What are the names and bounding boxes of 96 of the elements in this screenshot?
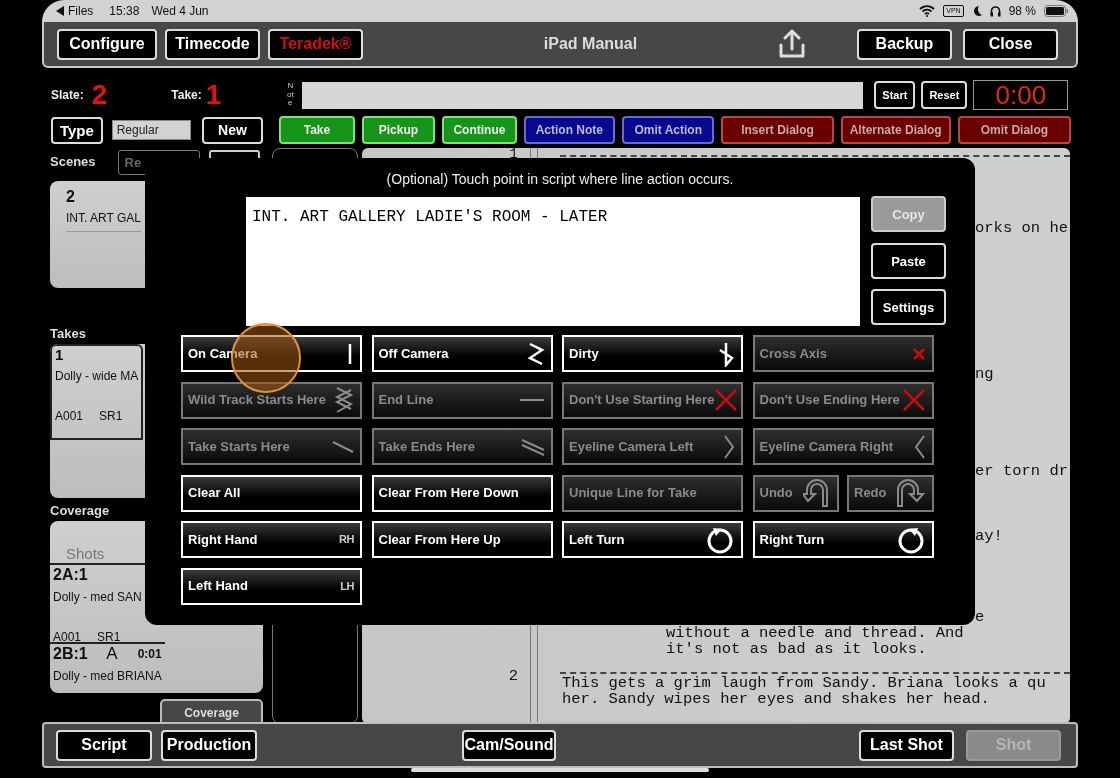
- slate-label: Slate:: [51, 87, 84, 104]
- shots-label: Shots: [66, 545, 105, 563]
- headphones-icon: [989, 5, 1001, 17]
- rotate-icon: [705, 525, 735, 554]
- line-action-button[interactable]: Right Hand RH: [181, 521, 362, 558]
- dialog-button[interactable]: Paste: [871, 243, 946, 279]
- wifi-icon: [919, 5, 936, 17]
- alert-button[interactable]: Teradek®: [268, 28, 363, 60]
- vertical-line-icon: [346, 341, 354, 366]
- dialog-button[interactable]: Settings: [871, 289, 946, 325]
- note-field[interactable]: [302, 81, 864, 109]
- shot-id: 2B:1: [53, 644, 88, 664]
- type-field[interactable]: Regular: [111, 120, 191, 140]
- line-action-button[interactable]: Left Turn: [562, 521, 743, 558]
- script-line: e: [975, 609, 985, 625]
- toolbar-button[interactable]: Timecode: [165, 28, 260, 60]
- back-link[interactable]: Files: [68, 2, 94, 20]
- scene-number: 2: [508, 668, 518, 684]
- chevron-left-icon: [913, 433, 926, 460]
- line-action-button[interactable]: Insert Dialog: [721, 116, 834, 144]
- new-button[interactable]: New: [201, 116, 264, 144]
- line-action-button[interactable]: Dirty: [562, 335, 743, 372]
- window-title: iPad Manual: [542, 34, 639, 54]
- script-line: er torn dr: [975, 463, 1068, 479]
- status-time: 15:38: [109, 3, 140, 20]
- note-label: Note: [286, 81, 295, 109]
- slate-number: 2: [91, 81, 108, 109]
- line-action-button[interactable]: Clear From Here Up: [371, 521, 553, 558]
- cross-icon: [901, 388, 926, 412]
- nav-button[interactable]: Last Shot: [859, 729, 954, 761]
- dash-icon: [518, 398, 545, 402]
- double-slash-icon: [520, 437, 545, 456]
- sound-roll: SR1: [97, 629, 121, 646]
- shot-description: Dolly - med BRIANA: [53, 668, 162, 685]
- zigzag-icon: [334, 386, 354, 414]
- card-id: A001: [55, 407, 84, 425]
- shot-id: 2A:1: [53, 565, 88, 585]
- shot-duration: 0:01: [137, 646, 162, 663]
- section-label: Scenes: [50, 153, 96, 172]
- shot-description: Dolly - med SAN: [53, 589, 142, 606]
- zigzag-icon: [526, 340, 545, 367]
- back-icon: [56, 6, 64, 16]
- script-line: orks on he: [975, 220, 1068, 236]
- flag-icon: [717, 340, 735, 367]
- take-number: 1: [55, 345, 64, 363]
- nav-button[interactable]: Production: [161, 729, 257, 761]
- nav-button[interactable]: Script: [56, 729, 152, 761]
- slash-icon: [332, 439, 354, 454]
- undo-icon: [803, 478, 831, 508]
- cross-icon: [714, 388, 739, 412]
- script-line: ay!: [975, 528, 1003, 544]
- type-button[interactable]: Type: [51, 116, 103, 144]
- camera-letter: A: [106, 643, 118, 666]
- redo-icon: [895, 478, 926, 508]
- script-excerpt: INT. ART GALLERY LADIE'S ROOM - LATER: [246, 197, 860, 326]
- timer-button[interactable]: Reset: [921, 81, 968, 109]
- line-action-button[interactable]: Alternate Dialog: [840, 116, 951, 144]
- scene-number: 1: [509, 148, 518, 160]
- line-action-button[interactable]: Left Hand LH: [181, 567, 362, 605]
- take-description: Dolly - wide MA: [55, 367, 139, 385]
- scene-number: 2: [66, 187, 75, 207]
- battery-percent: 98 %: [1008, 3, 1036, 20]
- script-line: without a needle and thread. And: [666, 625, 964, 641]
- cross-icon: [911, 346, 926, 361]
- script-line: her. Sandy wipes her eyes and shakes her head.: [562, 691, 990, 707]
- toolbar-button[interactable]: Backup: [857, 28, 952, 60]
- shortcut-label: RH: [339, 532, 354, 548]
- line-action-button[interactable]: Clear From Here Down: [371, 474, 553, 512]
- take-number: 1: [205, 81, 222, 109]
- sound-roll: SR1: [99, 407, 123, 425]
- section-label: Takes: [50, 325, 87, 343]
- line-action-button[interactable]: Off Camera: [371, 335, 553, 372]
- line-action-button[interactable]: Right Turn: [752, 521, 934, 558]
- dialog-title: (Optional) Touch point in script where line action occurs.: [385, 170, 735, 189]
- scene-heading: INT. ART GAL: [66, 209, 141, 232]
- battery-icon: [1044, 5, 1068, 17]
- line-action-button[interactable]: Action Note: [523, 116, 616, 144]
- section-label: Coverage: [50, 501, 111, 520]
- moon-icon: [971, 5, 982, 17]
- line-action-button[interactable]: Omit Dialog: [957, 116, 1071, 144]
- take-label: Take:: [171, 87, 202, 104]
- timer-button[interactable]: Start: [874, 81, 916, 109]
- chevron-right-icon: [723, 433, 735, 460]
- line-action-button[interactable]: Clear All: [181, 474, 362, 512]
- status-date: Wed 4 Jun: [151, 3, 209, 20]
- timer-display: 0:00: [973, 80, 1069, 110]
- toolbar-button[interactable]: Configure: [57, 28, 157, 60]
- nav-button[interactable]: Cam/Sound: [462, 729, 556, 761]
- shortcut-label: LH: [340, 578, 354, 594]
- toolbar-button[interactable]: Close: [963, 28, 1058, 60]
- line-action-button[interactable]: Omit Action: [622, 116, 715, 144]
- script-line: ng: [975, 366, 994, 382]
- script-line: This gets a grim laugh from Sandy. Briana looks a qu: [562, 675, 1046, 691]
- script-line: it's not as bad as it looks.: [666, 641, 927, 657]
- share-icon[interactable]: [778, 29, 806, 59]
- card-id: A001: [53, 629, 82, 646]
